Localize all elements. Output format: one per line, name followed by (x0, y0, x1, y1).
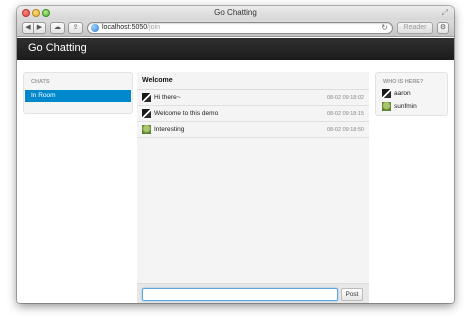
avatar (142, 109, 151, 118)
icloud-tabs-button[interactable]: ☁ (50, 22, 65, 34)
url-host: localhost:5050 (102, 24, 148, 31)
post-button[interactable]: Post (341, 288, 363, 301)
user-name: sunfmin (394, 103, 417, 110)
message-text: Welcome to this demo (154, 110, 219, 117)
address-bar[interactable]: localhost:5050/join ↻ (87, 22, 393, 34)
chat-panel: Welcome Hi there~ 08-02 09:18:02 Welcome… (137, 72, 369, 303)
room-item-in-room[interactable]: In Room (25, 90, 131, 102)
fullscreen-icon[interactable]: ⤢ (442, 8, 448, 18)
message-time: 08-02 09:18:02 (326, 95, 364, 101)
who-is-here-panel: WHO IS HERE? aaron sunfmin (375, 72, 448, 116)
share-button[interactable]: ⇪ (68, 22, 83, 34)
globe-icon (91, 24, 99, 32)
message-input[interactable] (142, 288, 338, 301)
url-path: /join (147, 24, 160, 31)
cloud-icon: ☁ (54, 24, 61, 31)
message-row: Interesting 08-02 09:18:50 (137, 122, 369, 138)
user-item[interactable]: sunfmin (382, 101, 447, 112)
main-content: CHATS In Room Welcome Hi there~ 08-02 09… (17, 60, 454, 303)
browser-toolbar: ◀ ▶ ☁ ⇪ localhost:5050/join ↻ Reader ⚙ (17, 20, 454, 37)
message-composer: Post (137, 283, 369, 303)
app-brand[interactable]: Go Chatting (28, 42, 87, 54)
chats-header: CHATS (31, 79, 50, 85)
chats-panel: CHATS In Room (23, 72, 133, 114)
gear-icon: ⚙ (439, 24, 447, 31)
avatar (142, 125, 151, 134)
settings-button[interactable]: ⚙ (437, 22, 449, 34)
share-icon: ⇪ (72, 24, 79, 31)
message-row: Hi there~ 08-02 09:18:02 (137, 90, 369, 106)
window-title: Go Chatting (214, 8, 257, 17)
avatar (382, 89, 391, 98)
reload-icon[interactable]: ↻ (381, 23, 388, 32)
url-text[interactable]: localhost:5050/join (102, 24, 160, 31)
message-row: Welcome to this demo 08-02 09:18:15 (137, 106, 369, 122)
avatar (142, 93, 151, 102)
avatar (382, 102, 391, 111)
app-navbar: Go Chatting (17, 38, 454, 60)
who-is-here-header: WHO IS HERE? (383, 79, 424, 85)
back-button[interactable]: ◀ (22, 22, 34, 34)
user-item[interactable]: aaron (382, 88, 447, 99)
browser-window: Go Chatting ⤢ ◀ ▶ ☁ ⇪ localhost:5050/joi… (17, 6, 454, 303)
chat-title: Welcome (142, 77, 173, 84)
message-text: Interesting (154, 126, 185, 133)
forward-arrow-icon: ▶ (36, 24, 43, 31)
user-name: aaron (394, 90, 411, 97)
reader-button[interactable]: Reader (397, 22, 433, 34)
title-bar: Go Chatting ⤢ (17, 6, 454, 20)
message-time: 08-02 09:18:15 (326, 111, 364, 117)
forward-button[interactable]: ▶ (34, 22, 46, 34)
message-time: 08-02 09:18:50 (326, 127, 364, 133)
back-arrow-icon: ◀ (25, 24, 31, 31)
message-text: Hi there~ (154, 94, 181, 101)
